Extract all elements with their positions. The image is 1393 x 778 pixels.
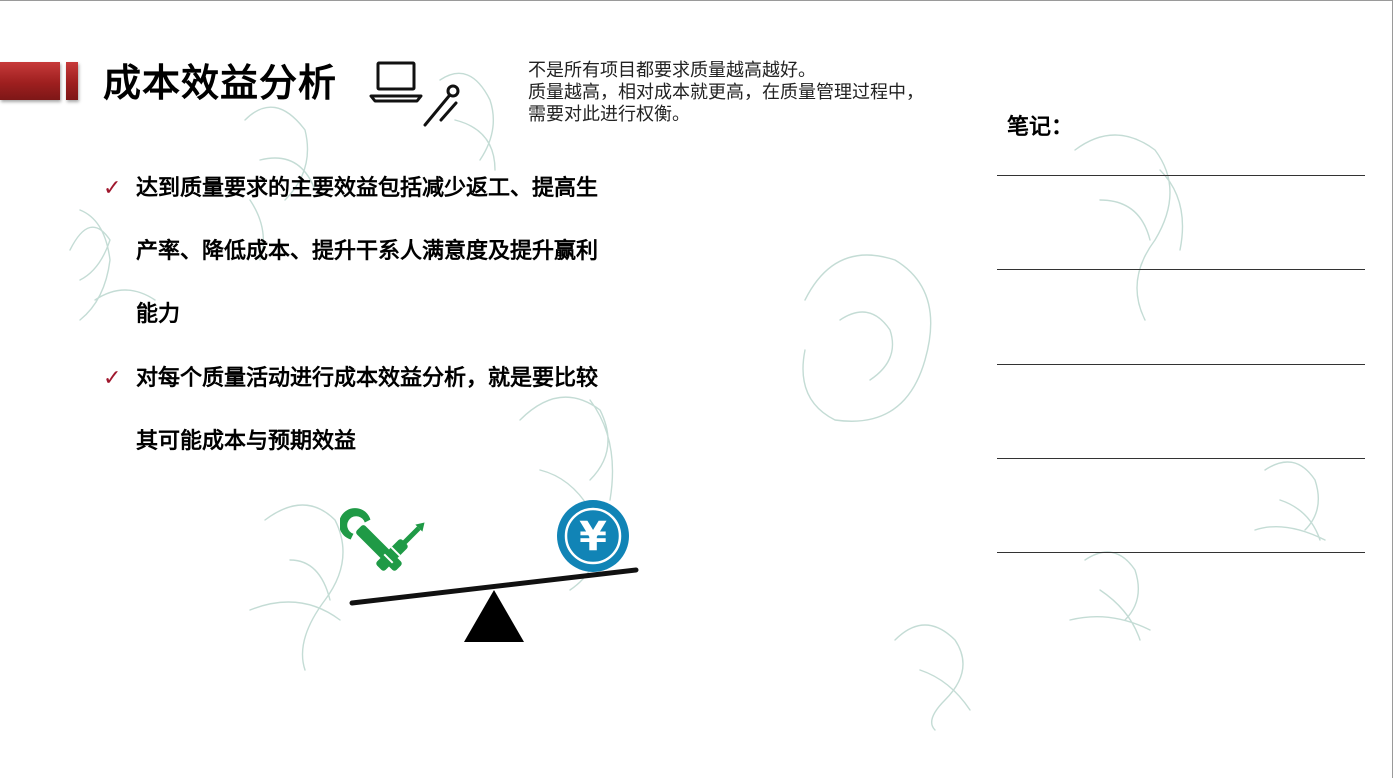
bullet-line: 产率、降低成本、提升干系人满意度及提升赢利 bbox=[136, 239, 599, 264]
bullet-line: 对每个质量活动进行成本效益分析，就是要比较 bbox=[136, 366, 599, 391]
note-text: 不是所有项目都要求质量越高越好。 质量越高，相对成本就更高，在质量管理过程中， … bbox=[528, 60, 924, 126]
note-line: 需要对此进行权衡。 bbox=[528, 104, 690, 125]
notes-line[interactable] bbox=[997, 364, 1365, 365]
bullet-item: ✓ 达到质量要求的主要效益包括减少返工、提高生 产率、降低成本、提升干系人满意度… bbox=[103, 157, 703, 346]
bullet-line: 其可能成本与预期效益 bbox=[136, 429, 357, 454]
notes-label: 笔记： bbox=[1007, 115, 1074, 140]
notes-line[interactable] bbox=[997, 552, 1365, 553]
note-line: 质量越高，相对成本就更高，在质量管理过程中， bbox=[528, 82, 924, 103]
check-icon: ✓ bbox=[103, 176, 122, 201]
scale-fulcrum bbox=[464, 590, 524, 642]
bullet-line: 达到质量要求的主要效益包括减少返工、提高生 bbox=[136, 176, 599, 201]
title-accent-bar bbox=[0, 62, 60, 100]
balance-scale-illustration: ¥ bbox=[340, 500, 639, 642]
notes-line[interactable] bbox=[997, 458, 1365, 459]
tools-icon bbox=[340, 508, 425, 571]
notes-line[interactable] bbox=[997, 269, 1365, 270]
title-accent-bar-small bbox=[66, 62, 78, 100]
bullet-item: ✓ 对每个质量活动进行成本效益分析，就是要比较 其可能成本与预期效益 bbox=[103, 347, 703, 473]
note-line: 不是所有项目都要求质量越高越好。 bbox=[528, 60, 816, 81]
bullet-line: 能力 bbox=[136, 302, 181, 327]
laptop-tools-icon bbox=[369, 61, 460, 127]
coin-symbol: ¥ bbox=[579, 514, 607, 560]
check-icon: ✓ bbox=[103, 366, 122, 391]
notes-line[interactable] bbox=[997, 175, 1365, 176]
page-title: 成本效益分析 bbox=[103, 61, 338, 105]
